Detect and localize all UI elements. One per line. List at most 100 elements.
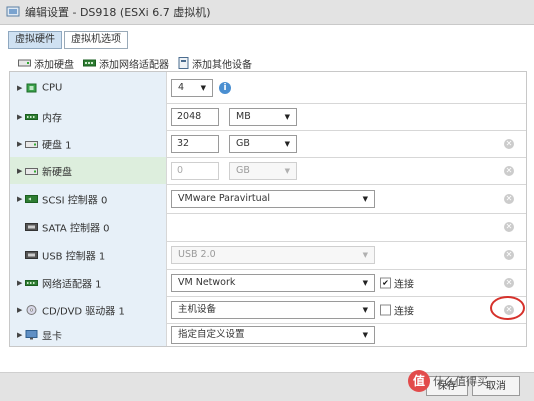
watermark-text: 什么值得买 bbox=[433, 375, 488, 388]
new-disk-label: 新硬盘 bbox=[42, 167, 72, 178]
cpu-icon bbox=[26, 83, 37, 92]
add-disk-label: 添加硬盘 bbox=[34, 59, 74, 71]
cd-dvd-source-value: 主机设备 bbox=[178, 303, 217, 315]
toolbar: 添加硬盘 添加网络适配器 添加其他设备 bbox=[18, 56, 261, 71]
dropdown-caret-icon: ▼ bbox=[200, 83, 206, 92]
cd-dvd-icon bbox=[26, 304, 37, 315]
video-card-label: 显卡 bbox=[42, 331, 62, 342]
tab-vm-options[interactable]: 虚拟机选项 bbox=[64, 31, 128, 49]
remove-device-icon[interactable]: ✕ bbox=[504, 138, 514, 149]
dropdown-caret-icon: ▼ bbox=[284, 112, 290, 121]
watermark-logo: 值 bbox=[408, 370, 430, 392]
dropdown-caret-icon: ▼ bbox=[362, 194, 368, 203]
new-disk-unit-select[interactable]: GB ▼ bbox=[229, 161, 297, 180]
controller-icon bbox=[25, 223, 38, 231]
row-usb-controller: USB 控制器 1 USB 2.0 ▼ ✕ bbox=[10, 241, 526, 270]
usb-type-value: USB 2.0 bbox=[178, 249, 216, 260]
cpu-label: CPU bbox=[42, 82, 63, 93]
nic-connect-checkbox[interactable]: ✔ bbox=[380, 277, 391, 288]
row-network-adapter: ▶ 网络适配器 1 VM Network ▼ ✔ 连接 ✕ bbox=[10, 269, 526, 297]
vm-edit-icon bbox=[6, 6, 20, 17]
remove-device-icon[interactable]: ✕ bbox=[504, 277, 514, 288]
watermark: 值 什么值得买 bbox=[408, 368, 532, 394]
cd-dvd-source-select[interactable]: 主机设备 ▼ bbox=[171, 300, 375, 319]
memory-label: 内存 bbox=[42, 113, 62, 124]
tab-virtual-hardware[interactable]: 虚拟硬件 bbox=[8, 31, 62, 49]
add-nic-label: 添加网络适配器 bbox=[99, 59, 169, 71]
cd-dvd-connect-checkbox[interactable] bbox=[380, 304, 391, 315]
memory-unit-value: MB bbox=[236, 110, 251, 122]
expand-arrow-icon[interactable]: ▶ bbox=[17, 140, 22, 148]
expand-arrow-icon[interactable]: ▶ bbox=[17, 331, 22, 339]
remove-device-icon[interactable]: ✕ bbox=[504, 165, 514, 176]
add-disk-button[interactable]: 添加硬盘 bbox=[18, 56, 74, 71]
expand-arrow-icon[interactable]: ▶ bbox=[17, 306, 22, 314]
memory-icon bbox=[25, 113, 38, 120]
disk-1-size-input[interactable]: 32 bbox=[171, 134, 219, 153]
new-disk-unit-value: GB bbox=[236, 164, 250, 176]
row-disk-1: ▶ 硬盘 1 32 GB ▼ ✕ bbox=[10, 130, 526, 158]
network-value: VM Network bbox=[178, 276, 236, 288]
memory-unit-select[interactable]: MB ▼ bbox=[229, 107, 297, 126]
dropdown-caret-icon: ▼ bbox=[362, 305, 368, 314]
row-cd-dvd-drive: ▶ CD/DVD 驱动器 1 主机设备 ▼ 连接 ✕ bbox=[10, 296, 526, 324]
disk-icon bbox=[18, 59, 31, 67]
add-other-device-label: 添加其他设备 bbox=[192, 59, 252, 71]
highlight-annotation bbox=[490, 296, 525, 320]
network-select[interactable]: VM Network ▼ bbox=[171, 273, 375, 292]
cd-dvd-label: CD/DVD 驱动器 1 bbox=[42, 306, 125, 317]
row-video-card: ▶ 显卡 指定自定义设置 ▼ bbox=[10, 323, 526, 346]
disk-1-label: 硬盘 1 bbox=[42, 140, 72, 151]
remove-device-icon[interactable]: ✕ bbox=[504, 193, 514, 204]
info-icon[interactable]: i bbox=[219, 81, 231, 94]
expand-arrow-icon[interactable]: ▶ bbox=[17, 84, 22, 92]
dropdown-caret-icon: ▼ bbox=[362, 251, 368, 259]
row-memory: ▶ 内存 2048 MB ▼ bbox=[10, 103, 526, 131]
dropdown-caret-icon: ▼ bbox=[284, 139, 290, 148]
cpu-count-select[interactable]: 4 ▼ bbox=[171, 78, 213, 97]
sata-controller-label: SATA 控制器 0 bbox=[42, 223, 110, 235]
expand-arrow-icon[interactable]: ▶ bbox=[17, 113, 22, 121]
row-scsi-controller: ▶ SCSI 控制器 0 VMware Paravirtual ▼ ✕ bbox=[10, 184, 526, 214]
title-bar: 编辑设置 - DS918 (ESXi 6.7 虚拟机) bbox=[0, 0, 534, 25]
usb-type-select[interactable]: USB 2.0 ▼ bbox=[171, 246, 375, 264]
disk-icon bbox=[25, 140, 38, 148]
cpu-count-value: 4 bbox=[178, 81, 185, 93]
window-title: 编辑设置 - DS918 (ESXi 6.7 虚拟机) bbox=[25, 6, 211, 19]
add-nic-button[interactable]: 添加网络适配器 bbox=[83, 56, 169, 71]
row-sata-controller: SATA 控制器 0 ✕ bbox=[10, 213, 526, 242]
dropdown-caret-icon: ▼ bbox=[284, 166, 290, 175]
add-other-device-button[interactable]: 添加其他设备 bbox=[178, 56, 252, 71]
dropdown-caret-icon: ▼ bbox=[362, 330, 368, 339]
video-card-select[interactable]: 指定自定义设置 ▼ bbox=[171, 325, 375, 344]
remove-device-icon[interactable]: ✕ bbox=[504, 222, 514, 232]
expand-arrow-icon[interactable]: ▶ bbox=[17, 167, 22, 175]
usb-controller-icon bbox=[25, 251, 38, 259]
cd-dvd-connect-label: 连接 bbox=[394, 306, 414, 317]
nic-connect-label: 连接 bbox=[394, 279, 414, 290]
network-adapter-label: 网络适配器 1 bbox=[42, 279, 102, 290]
expand-arrow-icon[interactable]: ▶ bbox=[17, 279, 22, 287]
monitor-icon bbox=[25, 329, 38, 339]
expand-arrow-icon[interactable]: ▶ bbox=[17, 195, 22, 203]
disk-1-unit-select[interactable]: GB ▼ bbox=[229, 134, 297, 153]
network-card-icon bbox=[83, 59, 96, 67]
controller-icon bbox=[25, 194, 38, 203]
remove-device-icon[interactable]: ✕ bbox=[504, 250, 514, 260]
dropdown-caret-icon: ▼ bbox=[362, 278, 368, 287]
row-cpu: ▶ CPU 4 ▼ i bbox=[10, 72, 526, 104]
disk-icon bbox=[25, 167, 38, 175]
new-disk-size-input[interactable]: 0 bbox=[171, 161, 219, 180]
disk-1-unit-value: GB bbox=[236, 137, 250, 149]
video-card-value: 指定自定义设置 bbox=[178, 328, 245, 340]
hardware-grid: ▶ CPU 4 ▼ i ▶ 内存 2048 MB ▼ ▶ 硬盘 1 32 GB ▼ ✕… bbox=[9, 71, 527, 347]
scsi-type-select[interactable]: VMware Paravirtual ▼ bbox=[171, 189, 375, 208]
tab-bar: 虚拟硬件 虚拟机选项 bbox=[8, 31, 128, 49]
row-new-disk: ▶ 新硬盘 0 GB ▼ ✕ bbox=[10, 157, 526, 185]
memory-size-input[interactable]: 2048 bbox=[171, 107, 219, 126]
device-icon bbox=[178, 57, 189, 69]
usb-controller-label: USB 控制器 1 bbox=[42, 251, 106, 263]
scsi-controller-label: SCSI 控制器 0 bbox=[42, 195, 108, 206]
network-card-icon bbox=[25, 279, 38, 286]
scsi-type-value: VMware Paravirtual bbox=[178, 192, 271, 204]
